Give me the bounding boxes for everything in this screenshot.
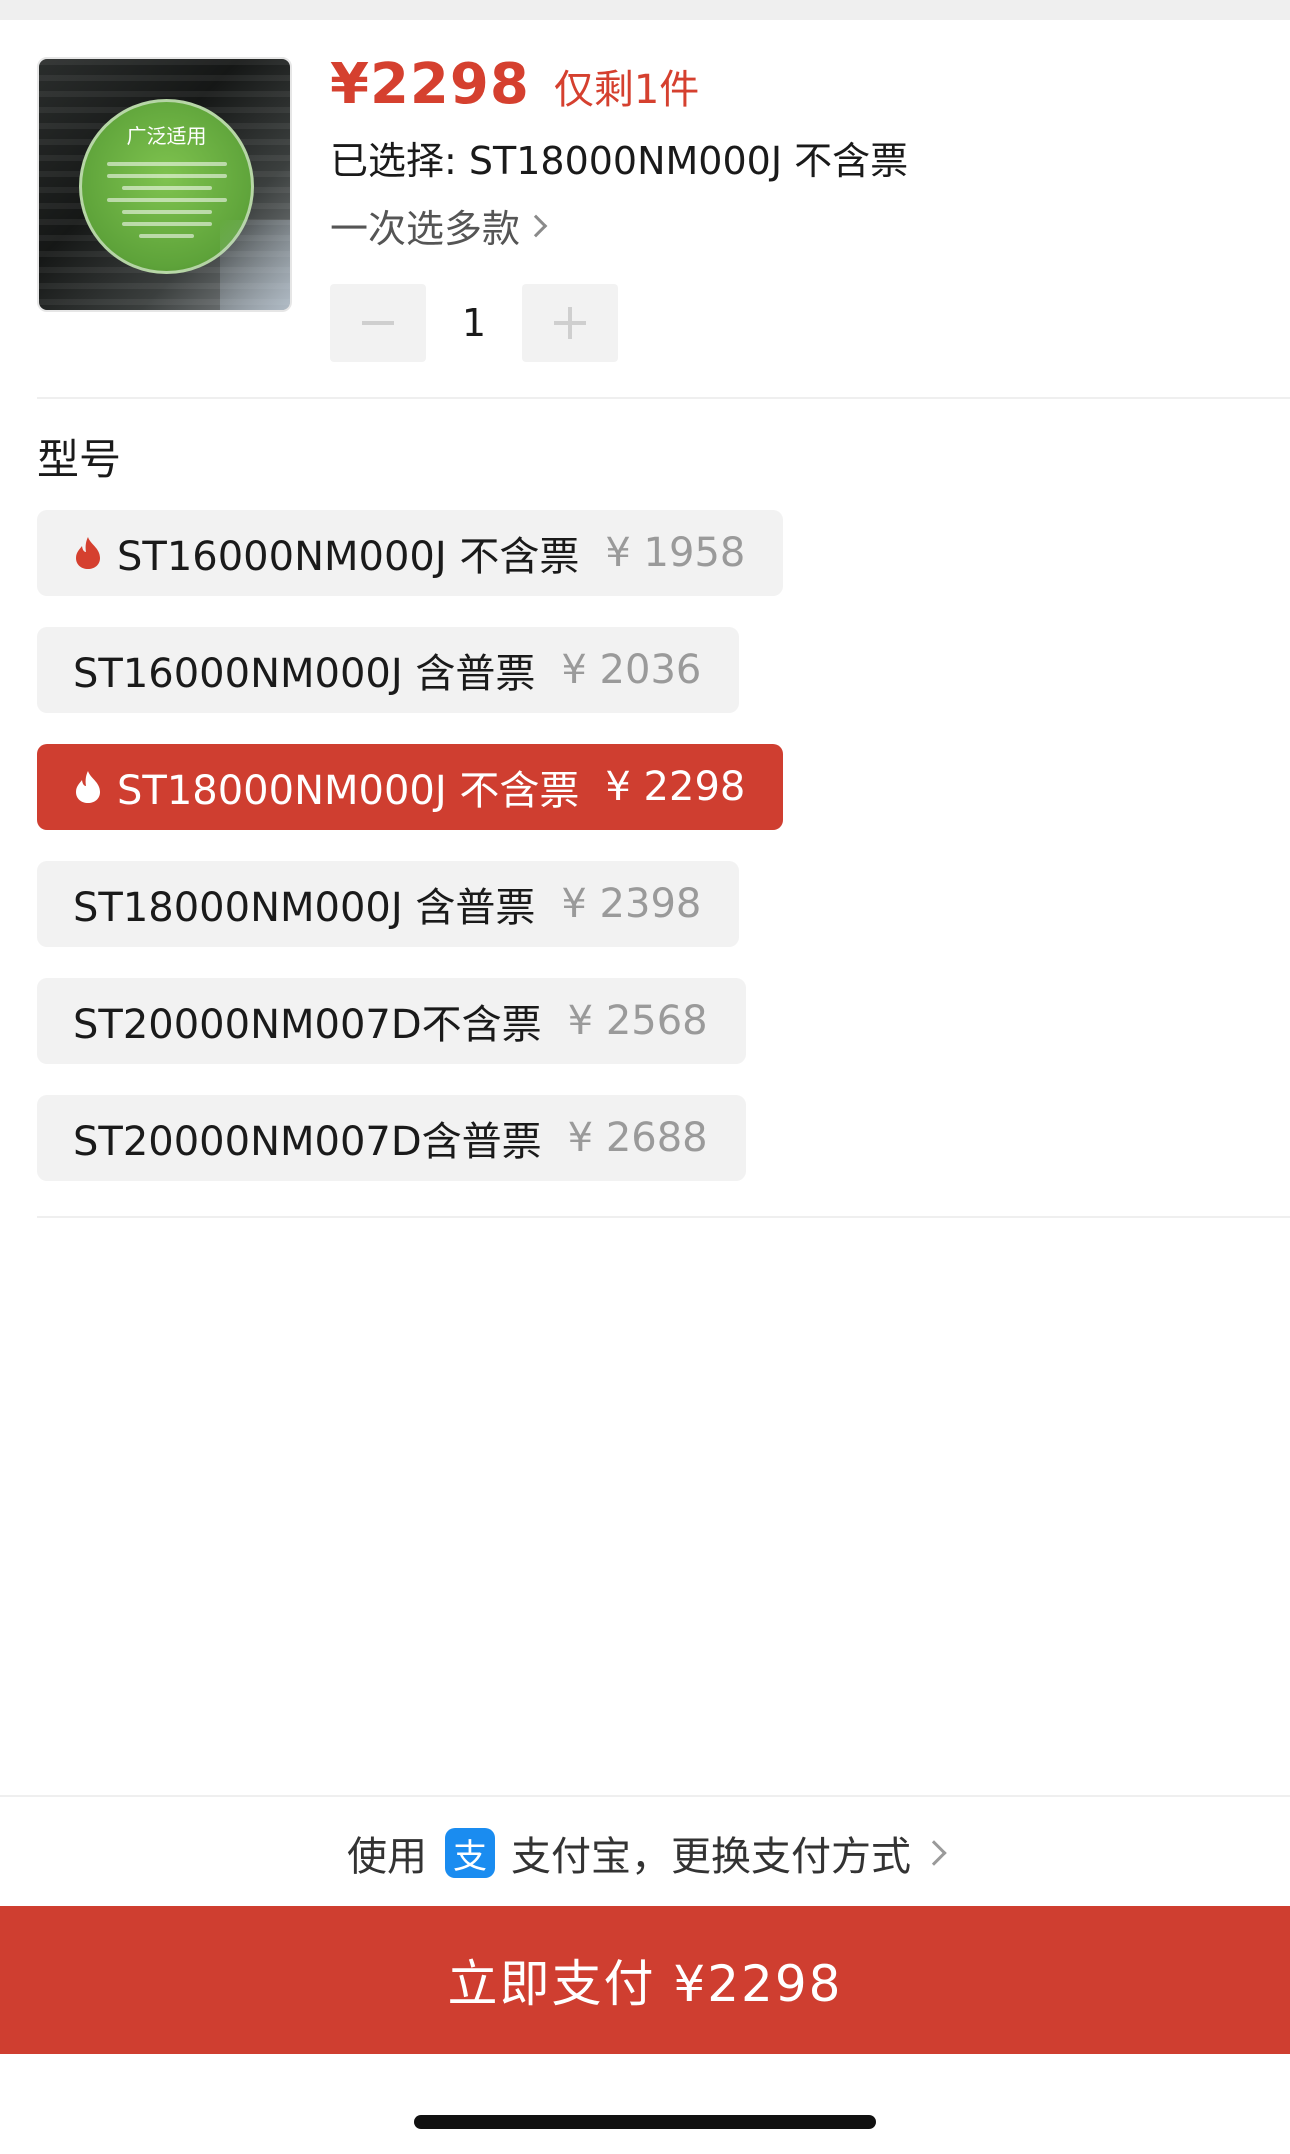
multi-select-link[interactable]: 一次选多款 <box>330 198 548 253</box>
thumbnail-text-line <box>121 210 212 214</box>
option-name: ST18000NM000J 含普票 <box>73 885 536 931</box>
option-price: ¥ 2688 <box>567 1115 708 1161</box>
option-0[interactable]: ST16000NM000J 不含票 ¥ 1958 <box>37 510 784 596</box>
thumbnail-text-line <box>121 186 212 190</box>
option-name: ST20000NM007D不含票 <box>73 1002 542 1048</box>
thumbnail-title: 广泛适用 <box>126 124 207 148</box>
section-title-model: 型号 <box>37 435 122 484</box>
quantity-value[interactable]: 1 <box>426 301 522 345</box>
thumbnail-text-line <box>106 162 227 166</box>
alipay-icon: 支 <box>445 1828 495 1878</box>
option-name: ST20000NM007D含普票 <box>73 1119 542 1165</box>
multi-select-label: 一次选多款 <box>330 207 521 251</box>
divider <box>37 1216 1290 1218</box>
price-row: ¥2298 仅剩1件 <box>330 52 699 118</box>
option-price: ¥ 2036 <box>561 647 702 693</box>
option-2-selected[interactable]: ST18000NM000J 不含票 ¥ 2298 <box>37 744 784 830</box>
payment-prefix: 使用 <box>347 1834 427 1880</box>
payment-method-text: 支付宝，更换支付方式 <box>511 1834 911 1880</box>
fire-icon <box>76 771 100 803</box>
option-price: ¥ 2398 <box>561 881 702 927</box>
thumbnail-text-line <box>139 234 194 238</box>
payment-method-row[interactable]: 使用 支 支付宝，更换支付方式 <box>0 1820 1290 1886</box>
option-price: ¥ 2298 <box>605 764 746 810</box>
option-4[interactable]: ST20000NM007D不含票 ¥ 2568 <box>37 978 746 1064</box>
increase-button[interactable] <box>522 284 618 362</box>
product-price: ¥2298 <box>330 52 530 117</box>
thumbnail-text-line <box>106 174 227 178</box>
chevron-right-icon <box>524 214 548 237</box>
pay-now-button[interactable]: 立即支付 ¥2298 <box>0 1906 1290 2054</box>
product-thumbnail[interactable]: 广泛适用 <box>37 57 292 312</box>
option-price: ¥ 2568 <box>567 998 708 1044</box>
selected-variant-text: 已选择: ST18000NM000J 不含票 <box>330 139 909 183</box>
option-name: ST18000NM000J 不含票 <box>117 768 580 814</box>
top-strip <box>0 0 1290 20</box>
quantity-stepper: 1 <box>330 284 618 362</box>
divider <box>37 397 1290 399</box>
option-price: ¥ 1958 <box>605 530 746 576</box>
thumbnail-text-line <box>121 222 212 226</box>
fire-icon <box>76 537 100 569</box>
decrease-button[interactable] <box>330 284 426 362</box>
stock-remaining: 仅剩1件 <box>553 67 700 113</box>
option-5[interactable]: ST20000NM007D含普票 ¥ 2688 <box>37 1095 746 1181</box>
option-1[interactable]: ST16000NM000J 含普票 ¥ 2036 <box>37 627 740 713</box>
option-name: ST16000NM000J 不含票 <box>117 534 580 580</box>
chevron-right-icon <box>921 1840 947 1866</box>
home-indicator[interactable] <box>414 2115 876 2129</box>
divider <box>0 1795 1290 1797</box>
option-3[interactable]: ST18000NM000J 含普票 ¥ 2398 <box>37 861 740 947</box>
minus-icon <box>362 321 394 325</box>
option-name: ST16000NM000J 含普票 <box>73 651 536 697</box>
thumbnail-shine <box>220 220 290 310</box>
thumbnail-text-line <box>106 198 227 202</box>
